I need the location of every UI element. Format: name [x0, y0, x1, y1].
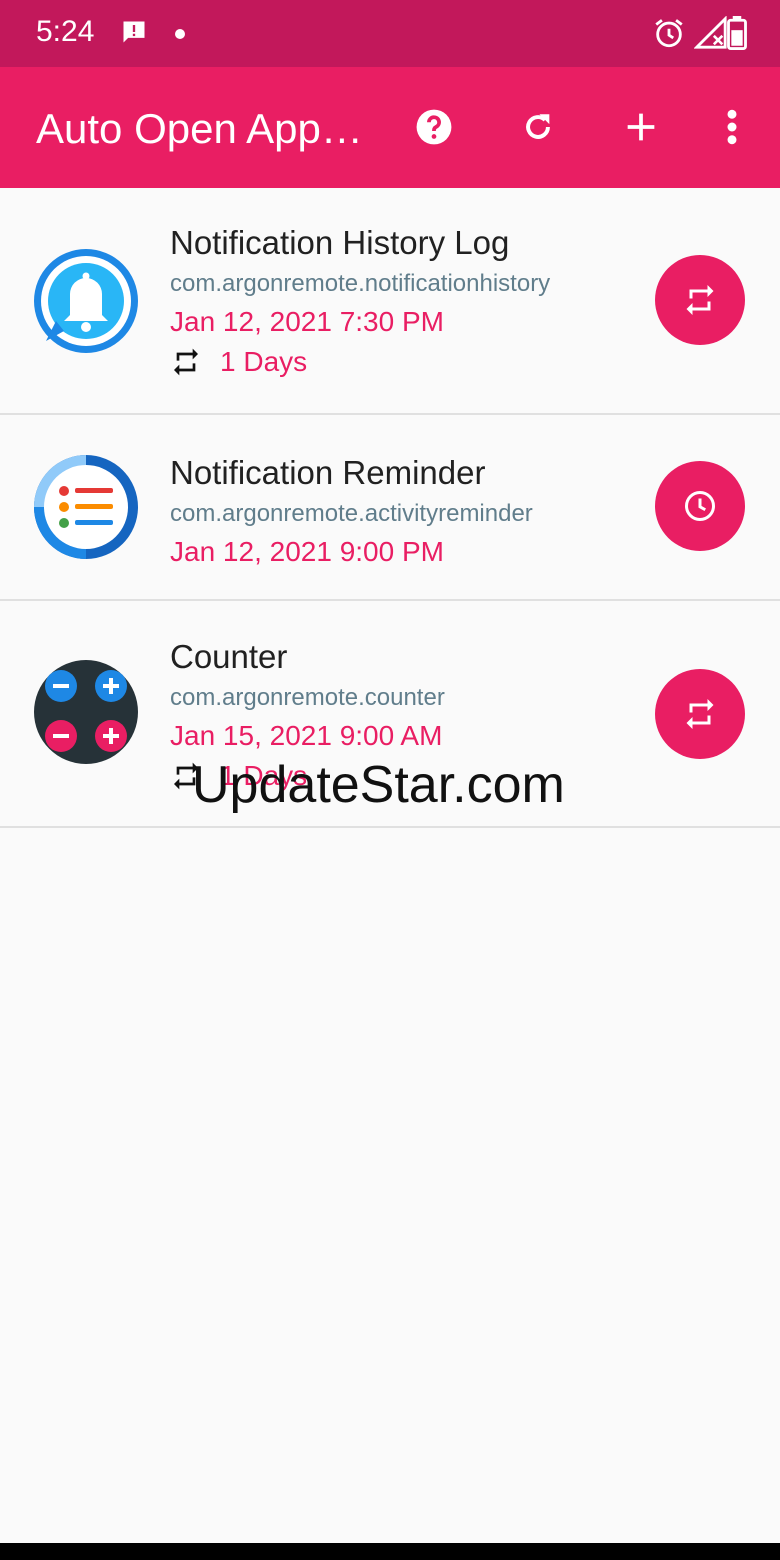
item-title: Notification Reminder: [170, 454, 486, 491]
clock-icon: [685, 491, 715, 521]
app-bar: Auto Open App…: [0, 67, 780, 188]
status-bar: 5:24: [0, 0, 780, 67]
add-button[interactable]: [611, 97, 671, 157]
item-package: com.argonremote.counter: [170, 684, 445, 711]
message-alert-icon: [120, 18, 148, 51]
status-time: 5:24: [36, 15, 95, 48]
more-vert-icon: [727, 109, 737, 145]
refresh-icon: [526, 114, 550, 139]
repeat-icon: [686, 699, 714, 729]
notification-history-app-icon: [34, 249, 138, 353]
refresh-button[interactable]: [508, 97, 568, 157]
item-date: Jan 15, 2021 9:00 AM: [170, 720, 443, 751]
list-item[interactable]: Notification History Log com.argonremote…: [0, 188, 780, 415]
repeat-interval: 1 Days: [220, 346, 308, 377]
watermark-text: UpdateStar.com: [192, 756, 565, 814]
repeat-icon: [686, 285, 714, 315]
item-text-block: Notification Reminder com.argonremote.ac…: [170, 454, 533, 568]
schedule-action-button[interactable]: [655, 461, 745, 551]
help-icon: [416, 109, 452, 145]
item-package: com.argonremote.notificationhistory: [170, 270, 551, 297]
item-title: Counter: [170, 638, 288, 675]
dot-icon: [172, 26, 188, 47]
battery-icon: [726, 16, 748, 55]
add-icon: [627, 113, 655, 141]
item-text-block: Notification History Log com.argonremote…: [170, 224, 550, 378]
alarm-icon: [652, 16, 686, 55]
repeat-action-button[interactable]: [655, 255, 745, 345]
repeat-icon: [174, 348, 198, 376]
notification-reminder-app-icon: [34, 455, 138, 559]
item-date: Jan 12, 2021 9:00 PM: [170, 536, 444, 567]
item-package: com.argonremote.activityreminder: [170, 500, 533, 527]
navigation-bar-strip: [0, 1543, 780, 1560]
repeat-action-button[interactable]: [655, 669, 745, 759]
app-title: Auto Open App…: [36, 105, 363, 152]
more-options-button[interactable]: [702, 97, 762, 157]
repeat-info: 1 Days: [170, 346, 550, 378]
scheduled-app-list: Notification History Log com.argonremote…: [0, 188, 780, 828]
help-button[interactable]: [404, 97, 464, 157]
item-date: Jan 12, 2021 7:30 PM: [170, 306, 444, 337]
list-item[interactable]: Notification Reminder com.argonremote.ac…: [0, 415, 780, 601]
counter-app-icon: [34, 660, 138, 764]
item-title: Notification History Log: [170, 224, 510, 261]
signal-no-data-icon: [693, 15, 728, 55]
